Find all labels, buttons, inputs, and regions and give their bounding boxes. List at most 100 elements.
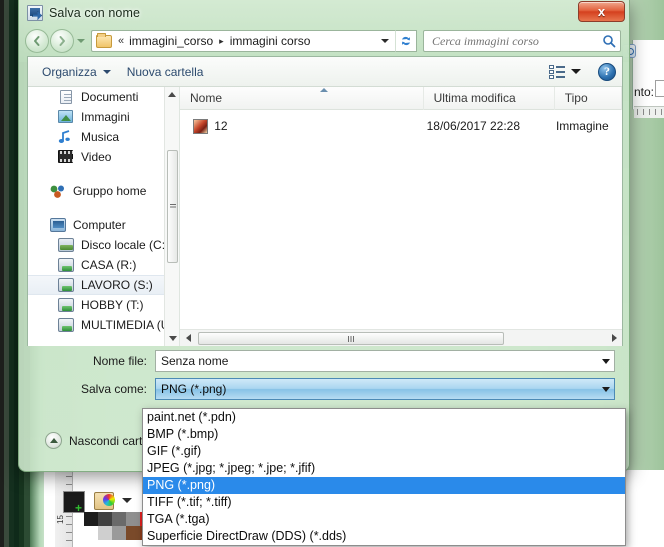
file-name-dropdown-button[interactable] — [597, 358, 614, 364]
network-drive-icon — [58, 257, 75, 273]
scroll-left-arrow-icon — [185, 334, 191, 342]
horizontal-scroll-thumb[interactable] — [198, 331, 504, 345]
chevron-down-icon — [102, 69, 111, 74]
dropdown-option-4[interactable]: PNG (*.png) — [143, 477, 625, 494]
color-swatch[interactable] — [98, 512, 112, 526]
scroll-down-arrow-icon — [168, 336, 177, 341]
dropdown-option-3[interactable]: JPEG (*.jpg; *.jpeg; *.jpe; *.jfif) — [143, 460, 625, 477]
save-as-combo[interactable]: PNG (*.png) — [155, 378, 615, 400]
view-layout-icon[interactable] — [549, 64, 565, 79]
color-swatch[interactable] — [84, 512, 98, 526]
sidebar-item-hobby-t[interactable]: HOBBY (T:) — [28, 295, 179, 315]
color-swatch[interactable] — [84, 526, 98, 540]
sidebar-item-disco-locale-c[interactable]: Disco locale (C:) — [28, 235, 179, 255]
file-list-horizontal-scrollbar[interactable] — [180, 329, 622, 346]
sidebar-scroll-up-button[interactable] — [165, 87, 179, 102]
organize-menu-button[interactable]: Organizza — [34, 62, 119, 82]
title-bar: Salva con nome x — [19, 0, 629, 26]
scroll-right-button[interactable] — [606, 330, 622, 347]
file-type-cell: Immagine — [555, 119, 609, 133]
palette-icon[interactable] — [94, 492, 115, 510]
breadcrumb-item-0[interactable]: immagini_corso — [129, 34, 213, 48]
color-swatch[interactable] — [126, 526, 140, 540]
sidebar-item-video[interactable]: Video — [28, 147, 179, 167]
breadcrumb-separator-icon: ▸ — [219, 35, 224, 46]
view-options-button[interactable] — [568, 64, 584, 80]
help-icon[interactable]: ? — [598, 62, 616, 81]
search-icon — [603, 35, 616, 48]
sidebar-item-lavoro-s[interactable]: LAVORO (S:) — [28, 275, 179, 295]
sidebar-item-musica[interactable]: Musica — [28, 127, 179, 147]
pictures-icon — [58, 109, 75, 125]
close-button[interactable]: x — [578, 1, 625, 22]
save-dialog-icon — [27, 5, 43, 21]
sidebar-item-label: Documenti — [81, 90, 139, 104]
sidebar-item-multimedia-u[interactable]: MULTIMEDIA (U:) — [28, 315, 179, 335]
sidebar-item-label: Musica — [81, 130, 120, 144]
sidebar-item-label: CASA (R:) — [81, 258, 137, 272]
file-name-combo[interactable]: Senza nome — [155, 350, 615, 372]
dropdown-option-5[interactable]: TIFF (*.tif; *.tiff) — [143, 494, 625, 511]
breadcrumb-overflow-icon[interactable]: « — [118, 35, 124, 47]
back-button[interactable] — [25, 29, 49, 53]
window-title: Salva con nome — [49, 6, 141, 20]
color-swatch[interactable] — [126, 512, 140, 526]
sidebar-scroll-down-button[interactable] — [165, 331, 179, 346]
file-name-row: Nome file: Senza nome — [19, 350, 629, 372]
sidebar-item-documenti[interactable]: Documenti — [28, 87, 179, 107]
dropdown-option-1[interactable]: BMP (*.bmp) — [143, 426, 625, 443]
color-swatch[interactable] — [98, 526, 112, 540]
explorer-panel: Organizza Nuova cartella ? Documenti Imm… — [27, 56, 623, 346]
background-input — [655, 80, 664, 97]
sidebar-scrollbar[interactable] — [164, 87, 179, 346]
breadcrumb-item-1[interactable]: immagini corso — [230, 34, 311, 48]
palette-chevron-down-icon[interactable] — [122, 498, 132, 503]
sidebar-item-casa-r[interactable]: CASA (R:) — [28, 255, 179, 275]
forward-button[interactable] — [50, 29, 74, 53]
sidebar-item-immagini[interactable]: Immagini — [28, 107, 179, 127]
sidebar-item-label: MULTIMEDIA (U:) — [81, 318, 177, 332]
organize-label: Organizza — [42, 64, 97, 79]
sort-ascending-icon — [320, 87, 328, 92]
breadcrumb[interactable]: « immagini_corso ▸ immagini corso — [91, 30, 395, 52]
navigation-sidebar[interactable]: Documenti Immagini Musica Video Gruppo home C… — [28, 87, 180, 346]
save-as-row: Salva come: PNG (*.png) — [19, 378, 629, 400]
new-folder-label: Nuova cartella — [126, 64, 204, 79]
new-folder-button[interactable]: Nuova cartella — [119, 62, 212, 82]
close-icon: x — [597, 4, 606, 19]
file-list[interactable]: Nome Ultima modifica Tipo 12 18/06/2017 2… — [180, 87, 622, 346]
sidebar-item-computer[interactable]: Computer — [28, 215, 179, 235]
file-type-dropdown-list[interactable]: paint.net (*.pdn) BMP (*.bmp) GIF (*.gif) J… — [142, 408, 626, 546]
recent-pages-button[interactable] — [75, 31, 87, 51]
column-header-type[interactable]: Tipo — [555, 87, 622, 110]
chevron-down-icon — [571, 69, 581, 74]
search-input[interactable] — [430, 32, 602, 50]
hard-disk-icon — [58, 237, 75, 253]
search-box[interactable] — [423, 30, 621, 52]
homegroup-icon — [50, 184, 67, 199]
background-horizontal-ruler — [634, 106, 664, 118]
add-color-icon[interactable]: + — [75, 502, 82, 514]
column-header-modified[interactable]: Ultima modifica — [424, 87, 555, 110]
refresh-button[interactable] — [395, 30, 417, 52]
chevron-down-icon — [381, 39, 389, 43]
file-modified-cell: 18/06/2017 22:28 — [426, 119, 521, 133]
sidebar-item-gruppo-home[interactable]: Gruppo home — [28, 181, 179, 201]
scroll-left-button[interactable] — [180, 330, 196, 347]
color-swatch[interactable] — [112, 526, 126, 540]
breadcrumb-dropdown-button[interactable] — [377, 31, 393, 51]
dropdown-option-7[interactable]: Superficie DirectDraw (DDS) (*.dds) — [143, 528, 625, 545]
save-as-label: Salva come: — [80, 382, 147, 396]
sidebar-scroll-thumb[interactable] — [167, 150, 178, 263]
table-row[interactable]: 12 18/06/2017 22:28 Immagine — [180, 115, 622, 137]
sidebar-item-label: Immagini — [81, 110, 130, 124]
explorer-panes: Documenti Immagini Musica Video Gruppo home C… — [28, 87, 622, 346]
scroll-right-arrow-icon — [611, 334, 617, 342]
color-swatch[interactable] — [112, 512, 126, 526]
column-header-name[interactable]: Nome — [180, 87, 424, 110]
dropdown-option-6[interactable]: TGA (*.tga) — [143, 511, 625, 528]
dropdown-option-0[interactable]: paint.net (*.pdn) — [143, 409, 625, 426]
save-as-dropdown-button[interactable] — [597, 386, 614, 392]
dropdown-option-2[interactable]: GIF (*.gif) — [143, 443, 625, 460]
